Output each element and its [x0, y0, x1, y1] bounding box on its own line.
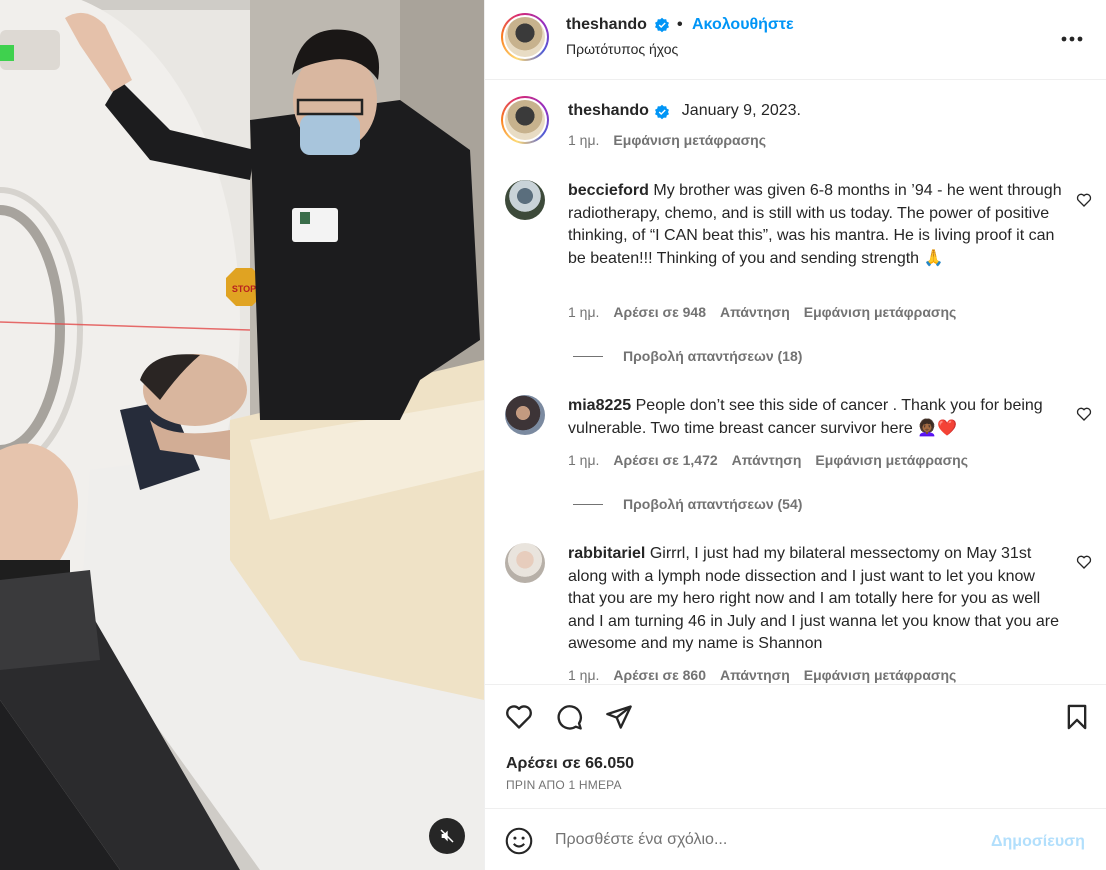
comment-like-icon[interactable]	[1076, 192, 1092, 208]
comment-likes[interactable]: Αρέσει σε 1,472	[613, 452, 717, 468]
comment-input[interactable]	[555, 827, 975, 853]
comment-like-icon[interactable]	[1076, 554, 1092, 570]
comment-username[interactable]: beccieford	[568, 182, 649, 199]
post-comment-button[interactable]: Δημοσίευση	[991, 833, 1085, 851]
view-replies-label: Προβολή απαντήσεων (18)	[623, 348, 803, 364]
view-replies-button[interactable]: Προβολή απαντήσεων (18)	[573, 348, 802, 364]
caption: theshando January 9, 2023.	[568, 100, 1088, 123]
video-frame-illustration: STOP	[0, 0, 484, 870]
translate-link[interactable]: Εμφάνιση μετάφρασης	[815, 452, 968, 468]
caption-author-avatar[interactable]	[501, 96, 549, 144]
mute-toggle-button[interactable]	[429, 818, 465, 854]
share-icon[interactable]	[605, 703, 633, 731]
comment-avatar[interactable]	[505, 395, 545, 435]
heart-icon[interactable]	[505, 703, 533, 731]
caption-translate-link[interactable]: Εμφάνιση μετάφρασης	[613, 132, 766, 148]
follow-button[interactable]: Ακολουθήστε	[692, 16, 794, 34]
comment-likes[interactable]: Αρέσει σε 948	[613, 304, 706, 320]
post-actions-bar: Αρέσει σε 66.050 ΠΡΙΝ ΑΠΟ 1 ΗΜΕΡΑ	[485, 684, 1106, 808]
translate-link[interactable]: Εμφάνιση μετάφρασης	[804, 667, 957, 683]
caption-username[interactable]: theshando	[568, 102, 649, 119]
translate-link[interactable]: Εμφάνιση μετάφρασης	[804, 304, 957, 320]
post-side-panel: theshando • Ακολουθήστε Πρωτότυπος ήχος …	[484, 0, 1106, 870]
comment-username[interactable]: mia8225	[568, 397, 631, 414]
caption-meta: 1 ημ. Εμφάνιση μετάφρασης	[568, 132, 766, 148]
reply-button[interactable]: Απάντηση	[720, 304, 790, 320]
likes-count[interactable]: Αρέσει σε 66.050	[506, 755, 634, 773]
caption-time[interactable]: 1 ημ.	[568, 132, 599, 148]
more-dots-icon	[1061, 36, 1083, 42]
verified-badge-icon	[655, 104, 669, 120]
reply-button[interactable]: Απάντηση	[720, 667, 790, 683]
more-options-button[interactable]	[1061, 22, 1083, 48]
instagram-post-view: STOP theshando • Ακολουθήστε Πρωτότυπος …	[0, 0, 1106, 870]
replies-divider	[573, 355, 603, 357]
comment-time[interactable]: 1 ημ.	[568, 452, 599, 468]
comment-likes[interactable]: Αρέσει σε 860	[613, 667, 706, 683]
comment-composer: Δημοσίευση	[485, 808, 1106, 870]
post-video[interactable]: STOP	[0, 0, 484, 870]
separator-dot: •	[677, 16, 683, 33]
comment-meta: 1 ημ. Αρέσει σε 860 Απάντηση Εμφάνιση με…	[568, 667, 956, 683]
bookmark-icon[interactable]	[1063, 703, 1091, 731]
replies-divider	[573, 503, 603, 505]
comment-time[interactable]: 1 ημ.	[568, 304, 599, 320]
comment-icon[interactable]	[555, 703, 583, 731]
stop-sign-text: STOP	[232, 284, 256, 294]
post-time-ago[interactable]: ΠΡΙΝ ΑΠΟ 1 ΗΜΕΡΑ	[506, 778, 622, 792]
view-replies-button[interactable]: Προβολή απαντήσεων (54)	[573, 496, 802, 512]
verified-badge-icon	[655, 17, 669, 33]
comment-meta: 1 ημ. Αρέσει σε 1,472 Απάντηση Εμφάνιση …	[568, 452, 968, 468]
reply-button[interactable]: Απάντηση	[732, 452, 802, 468]
comment-avatar[interactable]	[505, 180, 545, 220]
emoji-icon[interactable]	[505, 827, 533, 855]
author-avatar[interactable]	[501, 13, 549, 61]
comment-item: beccieford My brother was given 6-8 mont…	[568, 180, 1063, 270]
comment-like-icon[interactable]	[1076, 406, 1092, 422]
comment-meta: 1 ημ. Αρέσει σε 948 Απάντηση Εμφάνιση με…	[568, 304, 956, 320]
comment-avatar[interactable]	[505, 543, 545, 583]
comment-item: rabbitariel Girrrl, I just had my bilate…	[568, 543, 1063, 656]
comment-time[interactable]: 1 ημ.	[568, 667, 599, 683]
post-header: theshando • Ακολουθήστε Πρωτότυπος ήχος	[485, 0, 1106, 80]
muted-speaker-icon	[440, 829, 454, 843]
comment-item: mia8225 People don’t see this side of ca…	[568, 395, 1063, 440]
author-username[interactable]: theshando	[566, 16, 647, 34]
comments-list[interactable]: theshando January 9, 2023. 1 ημ. Εμφάνισ…	[485, 80, 1106, 684]
comment-text: People don’t see this side of cancer . T…	[568, 397, 1043, 437]
audio-link[interactable]: Πρωτότυπος ήχος	[566, 41, 678, 57]
comment-username[interactable]: rabbitariel	[568, 545, 645, 562]
view-replies-label: Προβολή απαντήσεων (54)	[623, 496, 803, 512]
caption-text: January 9, 2023.	[681, 102, 801, 119]
